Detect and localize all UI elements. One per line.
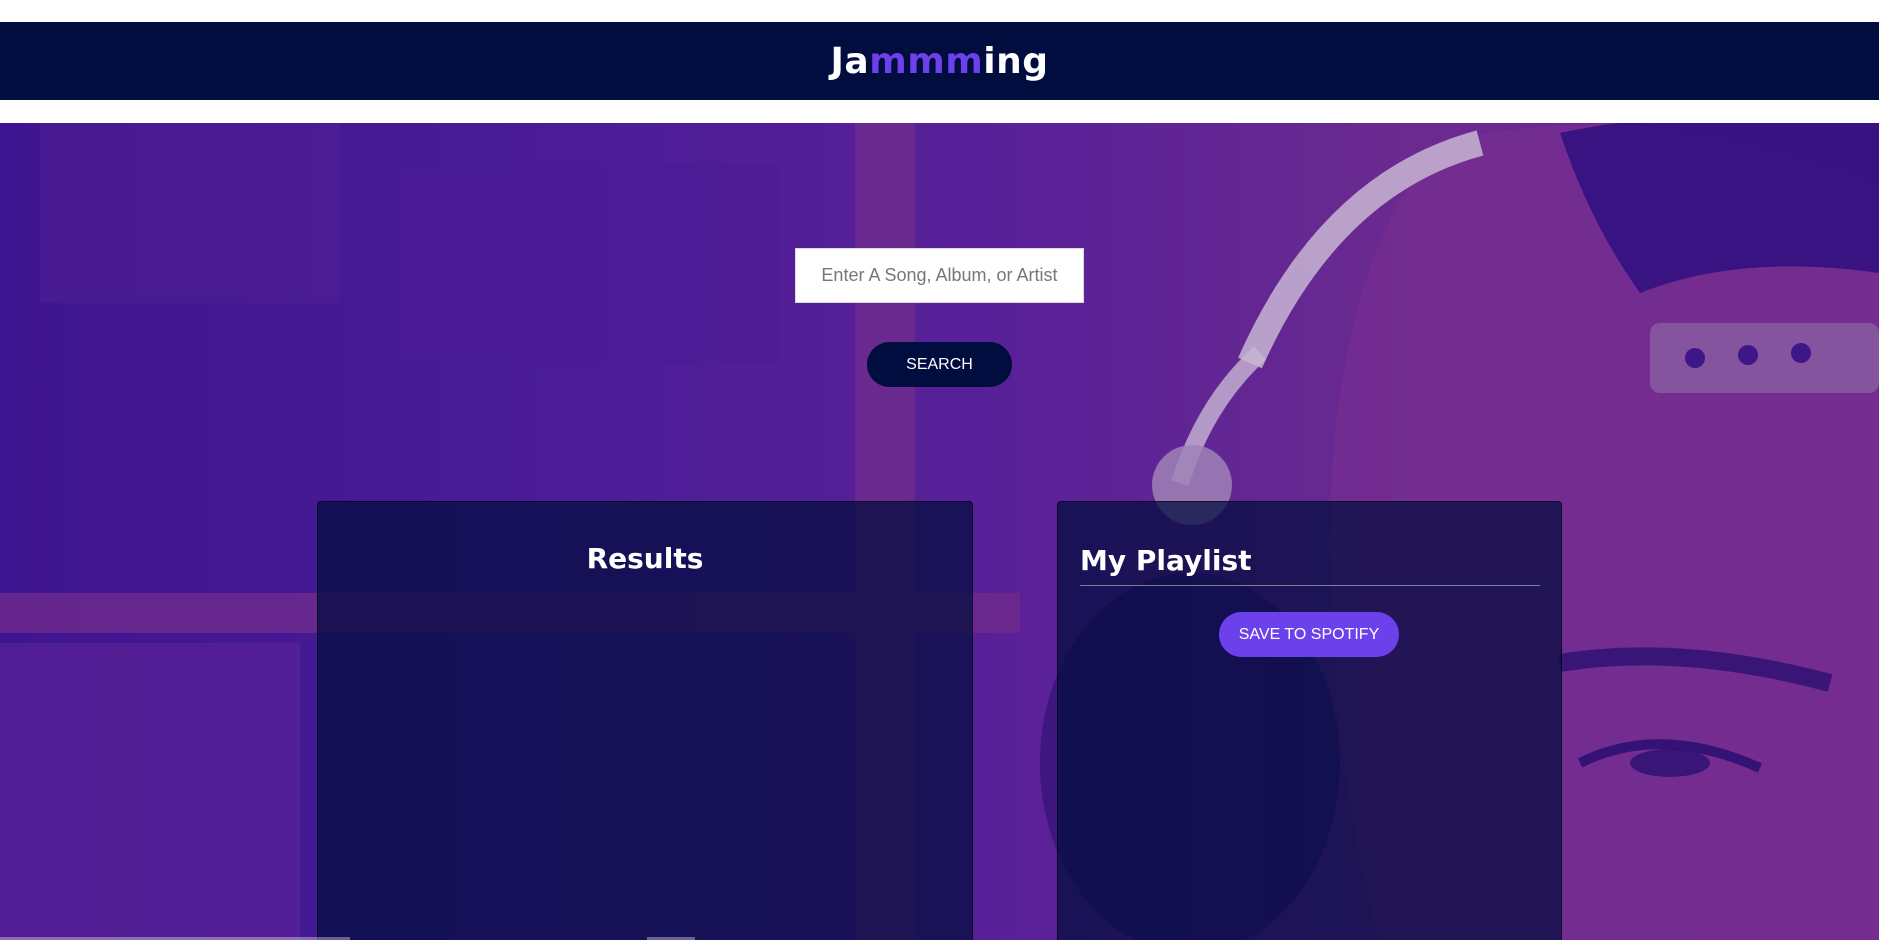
hero-section: SEARCH Results My Playlist SAVE TO SPOTI…	[0, 123, 1879, 940]
app-header: Jammming	[0, 22, 1879, 100]
search-button[interactable]: SEARCH	[867, 342, 1012, 387]
playlist-panel: My Playlist SAVE TO SPOTIFY	[1057, 501, 1562, 940]
logo-suffix: ing	[983, 40, 1049, 82]
header-gap	[0, 100, 1879, 123]
top-gap	[0, 0, 1879, 22]
results-title: Results	[586, 542, 704, 575]
logo-accent: mmm	[869, 40, 984, 82]
search-input[interactable]	[795, 248, 1084, 303]
playlist-name-field[interactable]: My Playlist	[1080, 544, 1540, 586]
results-panel: Results	[317, 501, 973, 940]
save-to-spotify-button[interactable]: SAVE TO SPOTIFY	[1219, 612, 1399, 657]
logo-prefix: Ja	[830, 40, 870, 82]
app-logo: Jammming	[831, 41, 1049, 82]
